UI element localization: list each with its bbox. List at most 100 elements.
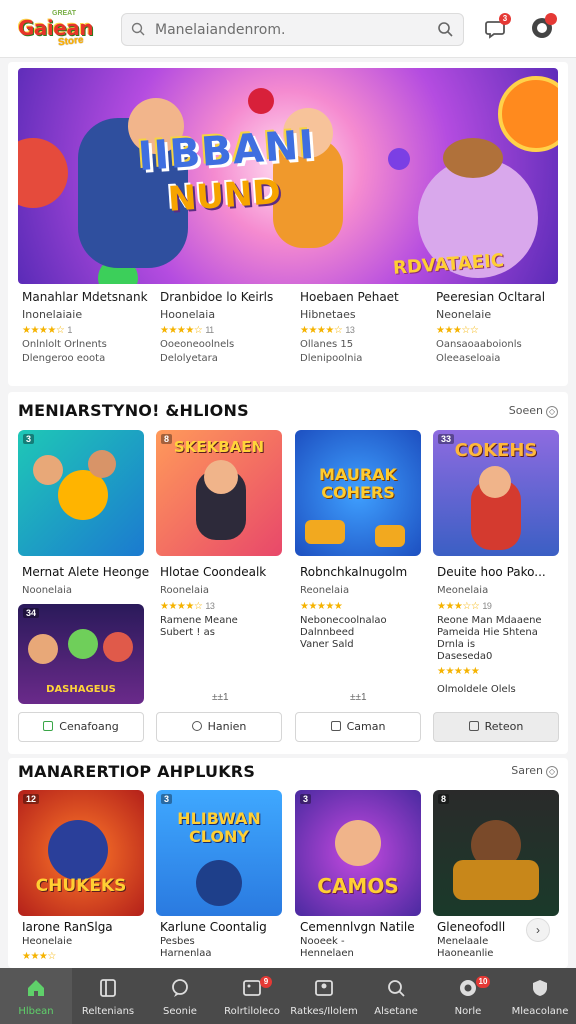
card-title: Hlotae Coondealk <box>160 565 267 579</box>
nav-label: Hlbean <box>18 1006 54 1017</box>
card-meta-extra: Olmoldele Olels <box>437 684 516 695</box>
game-meta-1: Oansaoaaboionls <box>436 339 522 350</box>
thumb-title: CHUKEKS <box>35 876 127 896</box>
game-meta-2: Delolyetara <box>160 353 218 364</box>
nav-badge: 10 <box>476 976 490 988</box>
game-meta-1: Ooeoneoolnels <box>160 339 235 350</box>
chevron-right-icon: ◇ <box>546 766 558 778</box>
nav-item-home[interactable]: Hlbean <box>0 968 72 1024</box>
nav-label: Rolrtiloleco <box>224 1006 280 1017</box>
game-thumb-4[interactable]: 33 COKEHS <box>433 430 559 556</box>
rating-stars: ★★★★☆ 13 <box>160 601 215 612</box>
rating-stars: ★★★★★ <box>300 601 343 612</box>
game-category: Hibnetaes <box>300 308 356 321</box>
game-card-1[interactable]: Mernat Alete Heonge Noonelaia <box>22 565 152 598</box>
carousel-next-button[interactable]: › <box>526 918 550 942</box>
section-1-see-all[interactable]: Soeen ◇ <box>509 404 558 418</box>
card-meta: Subert ! as <box>160 627 215 638</box>
card-meta: Drnla is <box>437 639 476 650</box>
thumb-tag: 8 <box>438 794 450 804</box>
action-button-4[interactable]: Reteon <box>433 712 559 742</box>
hero-game-2[interactable]: Dranbidoe lo Keirls Hoonelaia ★★★★☆ 11 Oo… <box>160 290 292 367</box>
nav-badge: 9 <box>260 976 272 988</box>
app-logo[interactable]: GREAT Gaiean Store <box>18 10 100 50</box>
game-thumb-6[interactable]: 12 CHUKEKS <box>18 790 144 916</box>
rating-stars: ★★★★☆ 1 <box>22 325 72 336</box>
circle-icon <box>191 721 202 731</box>
image-icon <box>243 980 261 996</box>
nav-item-7[interactable]: 10 Norle <box>432 968 504 1024</box>
game-card-3[interactable]: Robnchkalnugolm Reonelaia ★★★★★ Neboneco… <box>300 565 430 651</box>
chevron-right-icon: ◇ <box>546 406 558 418</box>
game-card-2[interactable]: Hlotae Coondealk Roonelaia ★★★★☆ 13 Ramen… <box>160 565 290 639</box>
thumb-tag: 12 <box>23 794 40 804</box>
game-thumb-9[interactable]: 8 <box>433 790 559 916</box>
bottom-navigation: Hlbean Reltenians Seonie 9 Rolrtiloleco … <box>0 968 576 1024</box>
card-title: Mernat Alete Heonge <box>22 565 150 579</box>
action-button-3[interactable]: Caman <box>295 712 421 742</box>
card-meta: Daseseda0 <box>437 651 493 662</box>
game-meta-2: Oleeaseloaia <box>436 353 501 364</box>
logo-sub-text: Store <box>57 34 85 49</box>
game-title: Hoebaen Pehaet <box>300 290 399 304</box>
card-category: Noonelaia <box>22 585 73 596</box>
game-category: Hoonelaia <box>160 308 216 321</box>
card-title: Cemennlvgn Natile <box>300 920 415 934</box>
profile-card-icon <box>315 980 333 996</box>
card-title: Karlune Coontalig <box>160 920 267 934</box>
card-meta: Reone Man Mdaaene <box>437 615 542 626</box>
card-counter: ±±1 <box>350 692 367 703</box>
card-title: Robnchkalnugolm <box>300 565 408 579</box>
nav-item-3[interactable]: Seonie <box>144 968 216 1024</box>
nav-label: Seonie <box>163 1006 197 1017</box>
rating-stars: ★★★★☆ 11 <box>160 325 214 336</box>
action-button-1[interactable]: Cenafoang <box>18 712 144 742</box>
card-meta: Pameida Hie Shtena <box>437 627 538 638</box>
nav-item-6[interactable]: Alsetane <box>360 968 432 1024</box>
game-thumb-2[interactable]: 8 SKEKBAEN <box>156 430 282 556</box>
square-icon <box>468 721 479 731</box>
nav-item-4[interactable]: 9 Rolrtiloleco <box>216 968 288 1024</box>
card-meta: Haoneanlie <box>437 948 494 959</box>
card-title: Iarone RanSlga <box>22 920 113 934</box>
game-card-6[interactable]: Karlune Coontalig Pesbes Harnenlaa <box>160 920 290 960</box>
app-header: GREAT Gaiean Store Manelaiandenrom. 3 <box>0 0 576 58</box>
game-thumb-5[interactable]: 34 DASHAGEUS <box>18 604 144 704</box>
thumb-tag: 3 <box>161 794 173 804</box>
game-thumb-7[interactable]: 3 HLIBWAN CLONY <box>156 790 282 916</box>
nav-item-2[interactable]: Reltenians <box>72 968 144 1024</box>
game-title: Peeresian Ocltaral <box>436 290 546 304</box>
action-button-2[interactable]: Hanien <box>156 712 282 742</box>
game-card-4[interactable]: Deuite hoo Pako... Meonelaia ★★★☆☆ 19 Reo… <box>437 565 567 696</box>
card-category: Reonelaia <box>300 585 350 596</box>
thumb-title: CAMOS <box>317 874 399 898</box>
nav-item-8[interactable]: Mleacolane <box>504 968 576 1024</box>
profile-button[interactable] <box>530 13 557 40</box>
chevron-right-icon: › <box>536 923 540 937</box>
nav-item-5[interactable]: Ratkes/Ilolem <box>288 968 360 1024</box>
search-input[interactable]: Manelaiandenrom. <box>155 22 285 38</box>
nav-label: Ratkes/Ilolem <box>290 1006 358 1017</box>
hero-game-4[interactable]: Peeresian Ocltaral Neonelaie ★★★☆☆ Oansa… <box>436 290 568 367</box>
section-2-title: MANARERTIOP AHPLUKRS <box>18 762 256 781</box>
rating-stars: ★★★☆☆ 19 <box>437 601 492 612</box>
hero-banner[interactable]: IIBBANI NUND RDVATAEIC <box>18 68 558 284</box>
search-bar[interactable]: Manelaiandenrom. <box>121 13 464 46</box>
game-thumb-1[interactable]: 3 <box>18 430 144 556</box>
card-counter: ±±1 <box>212 692 229 703</box>
card-category: Heonelaie <box>22 936 73 947</box>
thumb-title: DASHAGEUS <box>46 684 116 695</box>
hero-game-1[interactable]: Manahlar Mdetsnank Inonelaiaie ★★★★☆ 1 On… <box>22 290 154 367</box>
game-meta-1: Ollanes 15 <box>300 339 354 350</box>
game-card-5[interactable]: Iarone RanSlga Heonelaie ★★★☆ <box>22 920 152 965</box>
section-2-see-all[interactable]: Saren ◇ <box>511 764 558 778</box>
game-thumb-8[interactable]: 3 CAMOS <box>295 790 421 916</box>
card-meta: Nebonecoolnalao <box>300 615 387 626</box>
game-thumb-3[interactable]: MAURAK COHERS <box>295 430 421 556</box>
book-icon <box>100 979 116 997</box>
search-submit-icon[interactable] <box>437 21 453 37</box>
game-card-7[interactable]: Cemennlvgn Natile Nooeek - Hennelaen <box>300 920 430 960</box>
hero-game-3[interactable]: Hoebaen Pehaet Hibnetaes ★★★★☆ 13 Ollanes… <box>300 290 432 367</box>
rating-stars: ★★★☆ <box>22 951 56 962</box>
notifications-button[interactable]: 3 <box>484 13 511 40</box>
